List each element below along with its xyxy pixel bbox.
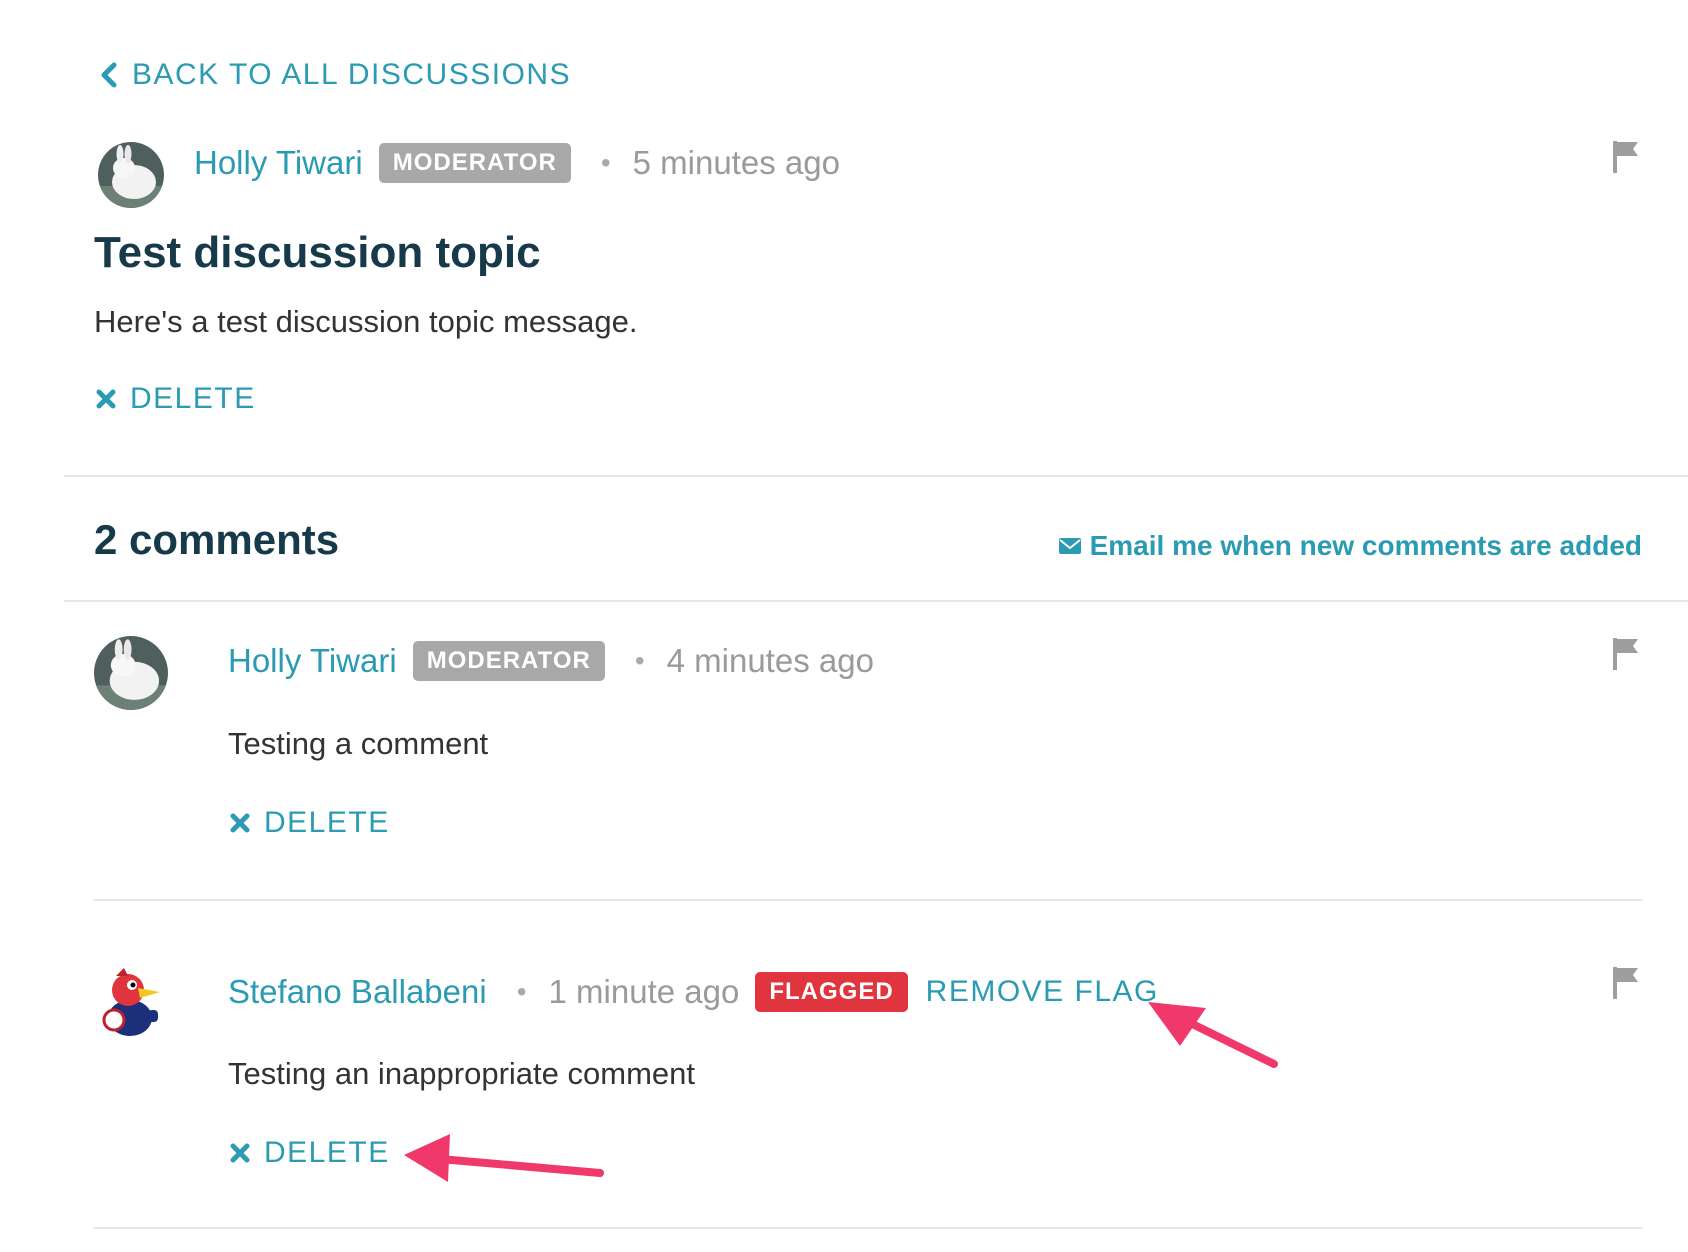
moderator-badge: MODERATOR	[412, 641, 605, 681]
delete-label: DELETE	[264, 806, 390, 839]
chevron-left-icon	[101, 62, 117, 88]
topic-delete-button[interactable]: DELETE	[96, 382, 256, 416]
flag-icon[interactable]	[1612, 637, 1640, 671]
comment-text: Testing a comment	[228, 726, 489, 761]
topic-title: Test discussion topic	[94, 228, 541, 277]
comment-divider	[94, 1227, 1642, 1229]
comment-meta: Stefano Ballabeni • 1 minute ago FLAGGED…	[228, 969, 1159, 1015]
comment-delete-button[interactable]: DELETE	[230, 806, 390, 840]
envelope-icon	[1058, 538, 1081, 554]
comment-timestamp: 4 minutes ago	[666, 642, 874, 679]
flagged-badge: FLAGGED	[755, 972, 908, 1012]
back-link-label: BACK TO ALL DISCUSSIONS	[132, 58, 572, 91]
delete-label: DELETE	[264, 1136, 390, 1169]
flag-icon[interactable]	[1612, 966, 1640, 1000]
arrow-to-remove-flag	[1148, 1002, 1278, 1068]
comment-author-link[interactable]: Holly Tiwari	[228, 642, 397, 680]
topic-timestamp: 5 minutes ago	[632, 144, 840, 181]
x-icon	[96, 389, 116, 409]
delete-label: DELETE	[130, 382, 256, 415]
comment-author-avatar	[94, 966, 168, 1040]
x-icon	[230, 813, 250, 833]
arrow-to-delete	[404, 1134, 604, 1182]
x-icon	[230, 1143, 250, 1163]
comment-timestamp: 1 minute ago	[548, 973, 740, 1010]
meta-separator: •	[600, 147, 611, 178]
meta-separator: •	[516, 976, 527, 1007]
comment-divider	[94, 899, 1642, 901]
email-notify-link[interactable]: Email me when new comments are added	[1058, 530, 1642, 562]
topic-divider	[64, 475, 1688, 477]
comment-delete-button[interactable]: DELETE	[230, 1136, 390, 1170]
comment-author-avatar	[94, 636, 168, 710]
topic-meta: Holly Tiwari MODERATOR • 5 minutes ago	[194, 140, 840, 186]
email-notify-label: Email me when new comments are added	[1089, 530, 1642, 561]
topic-author-link[interactable]: Holly Tiwari	[194, 144, 363, 182]
meta-separator: •	[634, 645, 645, 676]
topic-author-avatar	[98, 142, 164, 208]
back-to-discussions-link[interactable]: BACK TO ALL DISCUSSIONS	[96, 58, 571, 92]
comment-text: Testing an inappropriate comment	[228, 1056, 695, 1091]
topic-message: Here's a test discussion topic message.	[94, 304, 638, 339]
comments-header-divider	[64, 600, 1688, 602]
moderator-badge: MODERATOR	[378, 143, 571, 183]
comments-count-heading: 2 comments	[94, 516, 340, 563]
flag-icon[interactable]	[1612, 140, 1640, 174]
comment-author-link[interactable]: Stefano Ballabeni	[228, 973, 487, 1011]
remove-flag-link[interactable]: REMOVE FLAG	[926, 975, 1159, 1009]
comment-meta: Holly Tiwari MODERATOR • 4 minutes ago	[228, 638, 874, 684]
